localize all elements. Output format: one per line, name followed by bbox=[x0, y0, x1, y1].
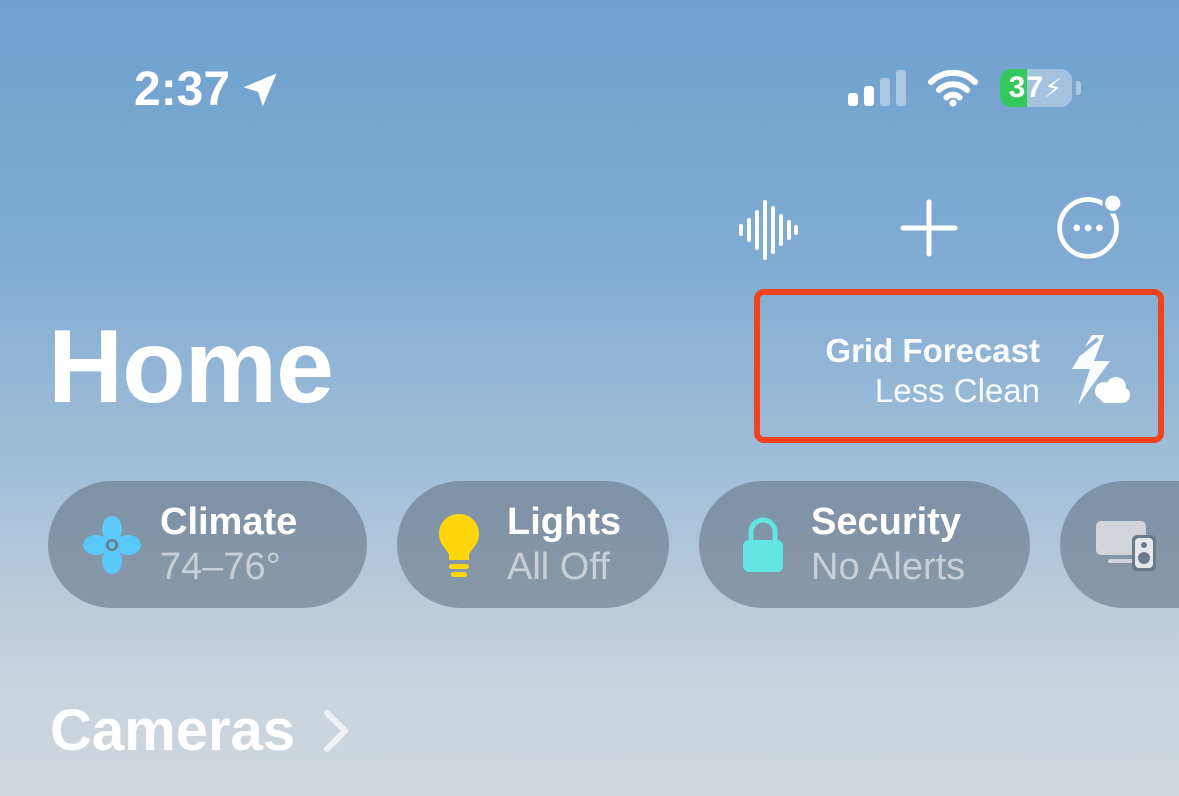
notification-dot bbox=[1105, 195, 1121, 211]
location-arrow-icon bbox=[243, 73, 277, 107]
chip-subtitle: 74–76° bbox=[160, 545, 281, 588]
chip-title: Climate bbox=[160, 500, 298, 543]
chip-subtitle: All Off bbox=[507, 545, 610, 588]
page-title: Home bbox=[48, 309, 334, 425]
battery-indicator: 37⚡ bbox=[1000, 69, 1081, 107]
chip-speakers-tv[interactable] bbox=[1060, 481, 1179, 608]
chevron-right-icon bbox=[324, 710, 349, 752]
cameras-section-header[interactable]: Cameras bbox=[50, 698, 349, 764]
tv-speaker-icon bbox=[1094, 513, 1158, 577]
grid-forecast-button[interactable]: Grid Forecast Less Clean bbox=[754, 289, 1164, 443]
chip-title: Security bbox=[811, 500, 961, 543]
wifi-icon bbox=[928, 69, 978, 107]
add-button[interactable] bbox=[893, 192, 965, 264]
chip-security[interactable]: Security No Alerts bbox=[699, 481, 1030, 608]
chip-lights[interactable]: Lights All Off bbox=[397, 481, 669, 608]
grid-forecast-status: Less Clean bbox=[874, 372, 1040, 409]
battery-percent: 37⚡ bbox=[1008, 71, 1064, 104]
chip-subtitle: No Alerts bbox=[811, 545, 966, 588]
cellular-signal-icon bbox=[848, 70, 906, 106]
grid-forecast-title: Grid Forecast bbox=[825, 332, 1040, 369]
plus-icon bbox=[900, 199, 958, 257]
time-text: 2:37 bbox=[134, 63, 231, 116]
chip-title: Lights bbox=[507, 500, 621, 543]
more-options-button[interactable] bbox=[1054, 190, 1126, 262]
more-ellipsis-icon bbox=[1057, 192, 1124, 259]
lightbulb-icon bbox=[427, 513, 491, 577]
status-time: 2:37 bbox=[134, 60, 282, 120]
chip-climate[interactable]: Climate 74–76° bbox=[48, 481, 367, 608]
bolt-cloud-icon bbox=[1066, 335, 1130, 405]
fan-icon bbox=[80, 513, 144, 577]
status-indicators: 37⚡ bbox=[848, 66, 1081, 110]
lock-icon bbox=[731, 513, 795, 577]
voice-control-button[interactable] bbox=[731, 194, 803, 266]
voice-waveform-icon bbox=[739, 200, 798, 260]
section-title: Cameras bbox=[50, 698, 296, 763]
